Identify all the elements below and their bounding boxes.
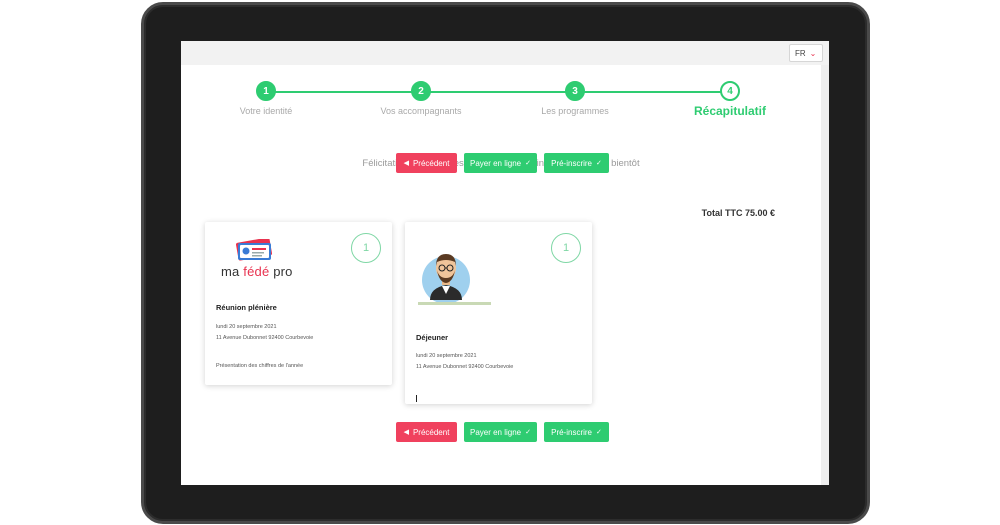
pre-register-label: Pré-inscrire: [551, 158, 593, 168]
quantity-badge[interactable]: 1: [351, 233, 381, 263]
card-description: Présentation des chiffres de l'année: [216, 363, 304, 369]
step-number: 1: [256, 81, 276, 101]
card-address: 11 Avenue Dubonnet 92400 Courbevoie: [216, 335, 314, 341]
step-number: 3: [565, 81, 585, 101]
pre-register-button[interactable]: Pré-inscrire ✓: [544, 153, 609, 173]
total-price: Total TTC 75.00 €: [701, 208, 775, 218]
previous-button[interactable]: ◀ Précédent: [396, 422, 457, 442]
pay-online-button[interactable]: Payer en ligne ✓: [464, 422, 537, 442]
check-icon: ✓: [596, 160, 602, 167]
program-card[interactable]: 1 Déjeuner lundi 20 septembre 2021 11 Av…: [405, 222, 592, 404]
arrow-left-icon: ◀: [403, 429, 409, 436]
logo-text: ma fédé pro: [221, 264, 293, 279]
card-date: lundi 20 septembre 2021: [416, 353, 477, 359]
step-label: Vos accompagnants: [380, 106, 462, 116]
step-number: 4: [720, 81, 740, 101]
action-buttons-top: ◀ Précédent Payer en ligne ✓ Pré-inscrir…: [396, 153, 609, 173]
step-label: Votre identité: [239, 106, 293, 116]
avatar: [418, 254, 491, 305]
step-summary[interactable]: 4 Récapitulatif: [670, 81, 790, 118]
step-number: 2: [411, 81, 431, 101]
pay-online-label: Payer en ligne: [469, 158, 522, 168]
arrow-left-icon: ◀: [403, 160, 409, 167]
main-content: 1 Votre identité 2 Vos accompagnants 3 L…: [181, 65, 821, 485]
check-icon: ✓: [596, 429, 602, 436]
check-icon: ✓: [525, 429, 532, 436]
stepper-line: [265, 91, 730, 93]
card-date: lundi 20 septembre 2021: [216, 324, 277, 330]
step-identity[interactable]: 1 Votre identité: [206, 81, 326, 116]
text-caret: [416, 395, 417, 402]
pre-register-label: Pré-inscrire: [551, 427, 593, 437]
top-bar: FR ⌄: [181, 41, 829, 65]
badge-icon: [236, 239, 272, 261]
quantity-badge[interactable]: 1: [551, 233, 581, 263]
step-programs[interactable]: 3 Les programmes: [515, 81, 635, 116]
card-title: Déjeuner: [416, 333, 449, 342]
language-value: FR: [795, 48, 806, 58]
program-card[interactable]: ma fédé pro 1 Réunion plénière lundi 20 …: [205, 222, 392, 385]
pay-online-label: Payer en ligne: [469, 427, 522, 437]
language-select[interactable]: FR ⌄: [789, 44, 823, 62]
card-address: 11 Avenue Dubonnet 92400 Courbevoie: [416, 364, 514, 370]
step-label-active: Récapitulatif: [693, 104, 766, 118]
check-icon: ✓: [525, 160, 532, 167]
step-companions[interactable]: 2 Vos accompagnants: [361, 81, 481, 116]
app-screen: FR ⌄ 1 Votre identité 2 Vos accompagnant…: [181, 41, 829, 485]
scrollbar[interactable]: [821, 65, 829, 485]
previous-button[interactable]: ◀ Précédent: [396, 153, 457, 173]
action-buttons-bottom: ◀ Précédent Payer en ligne ✓ Pré-inscrir…: [396, 422, 609, 442]
pre-register-button[interactable]: Pré-inscrire ✓: [544, 422, 609, 442]
pay-online-button[interactable]: Payer en ligne ✓: [464, 153, 537, 173]
previous-label: Précédent: [412, 427, 450, 437]
previous-label: Précédent: [412, 158, 450, 168]
chevron-down-icon: ⌄: [809, 48, 817, 58]
step-label: Les programmes: [541, 106, 609, 116]
card-title: Réunion plénière: [216, 303, 277, 312]
